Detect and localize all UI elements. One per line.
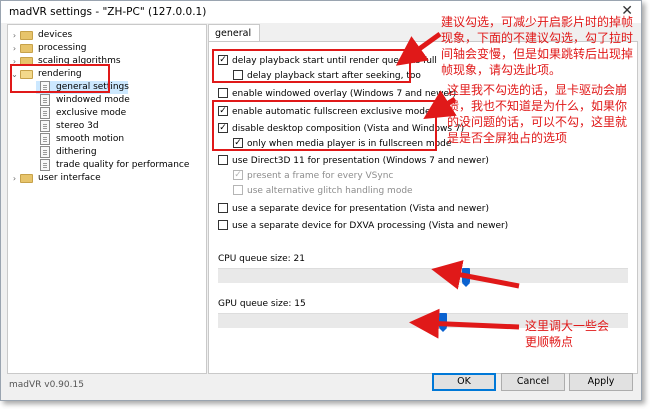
chevron-right-icon[interactable]: ›	[10, 55, 19, 68]
ok-button[interactable]: OK	[432, 373, 496, 391]
tree-item-windowed-mode[interactable]: windowed mode	[36, 94, 196, 107]
tree-item-rendering[interactable]: ⌄ rendering	[8, 68, 204, 81]
settings-page-icon	[40, 120, 50, 132]
checkbox-box[interactable]: ✓	[233, 170, 243, 180]
tree-item-exclusive-mode[interactable]: exclusive mode	[36, 107, 196, 120]
cpu-queue-slider[interactable]	[218, 268, 628, 287]
checkbox-box[interactable]	[218, 220, 228, 230]
tree-item-general-settings[interactable]: general settings	[36, 81, 129, 94]
cpu-queue-thumb[interactable]	[462, 268, 470, 287]
cancel-button[interactable]: Cancel	[501, 373, 565, 391]
checkbox-box[interactable]	[218, 203, 228, 213]
cpu-queue-label: CPU queue size: 21	[218, 254, 306, 264]
apply-button[interactable]: Apply	[569, 373, 633, 391]
checkbox-box[interactable]: ✓	[218, 55, 228, 65]
settings-page-icon	[40, 159, 50, 171]
gpu-queue-thumb[interactable]	[439, 313, 447, 332]
settings-window: madVR settings - "ZH-PC" (127.0.0.1) ✕ ›…	[0, 0, 642, 401]
tree-item-scaling-algorithms[interactable]: › scaling algorithms	[8, 55, 204, 68]
checkbox-box[interactable]	[233, 70, 243, 80]
checkbox-box[interactable]: ✓	[218, 123, 228, 133]
tree-item-trade-quality[interactable]: trade quality for performance	[36, 159, 202, 172]
tree-item-smooth-motion[interactable]: smooth motion	[36, 133, 196, 146]
settings-page-icon	[40, 81, 50, 93]
checkbox-box[interactable]	[218, 88, 228, 98]
tree-item-user-interface[interactable]: › user interface	[8, 172, 204, 185]
checkbox-box[interactable]: ✓	[218, 106, 228, 116]
tree-item-stereo-3d[interactable]: stereo 3d	[36, 120, 196, 133]
window-title: madVR settings - "ZH-PC" (127.0.0.1)	[9, 6, 207, 18]
checkbox-box[interactable]	[233, 185, 243, 195]
settings-page-icon	[40, 94, 50, 106]
settings-tree[interactable]: › devices › processing › scaling algorit…	[7, 24, 207, 374]
tree-item-processing[interactable]: › processing	[8, 42, 204, 55]
tree-item-devices[interactable]: › devices	[8, 29, 204, 42]
folder-icon	[20, 57, 33, 66]
chevron-right-icon[interactable]: ›	[10, 29, 19, 42]
gpu-queue-slider[interactable]	[218, 313, 628, 332]
version-label: madVR v0.90.15	[9, 380, 84, 390]
chevron-down-icon[interactable]: ⌄	[10, 68, 19, 81]
folder-icon	[20, 44, 33, 53]
tab-general-settings[interactable]: general settings	[208, 24, 260, 56]
settings-panel: ✓ delay playback start until render queue…	[208, 41, 638, 374]
chevron-right-icon[interactable]: ›	[10, 172, 19, 185]
folder-icon	[20, 174, 33, 183]
checkbox-box[interactable]	[218, 155, 228, 165]
folder-open-icon	[20, 70, 33, 79]
title-bar[interactable]: madVR settings - "ZH-PC" (127.0.0.1) ✕	[1, 1, 641, 23]
checkbox-box[interactable]: ✓	[233, 138, 243, 148]
folder-icon	[20, 31, 33, 40]
settings-page-icon	[40, 133, 50, 145]
settings-page-icon	[40, 146, 50, 158]
gpu-queue-label: GPU queue size: 15	[218, 299, 306, 309]
tree-item-dithering[interactable]: dithering	[36, 146, 196, 159]
close-icon[interactable]: ✕	[621, 3, 633, 19]
settings-page-icon	[40, 107, 50, 119]
chevron-right-icon[interactable]: ›	[10, 42, 19, 55]
